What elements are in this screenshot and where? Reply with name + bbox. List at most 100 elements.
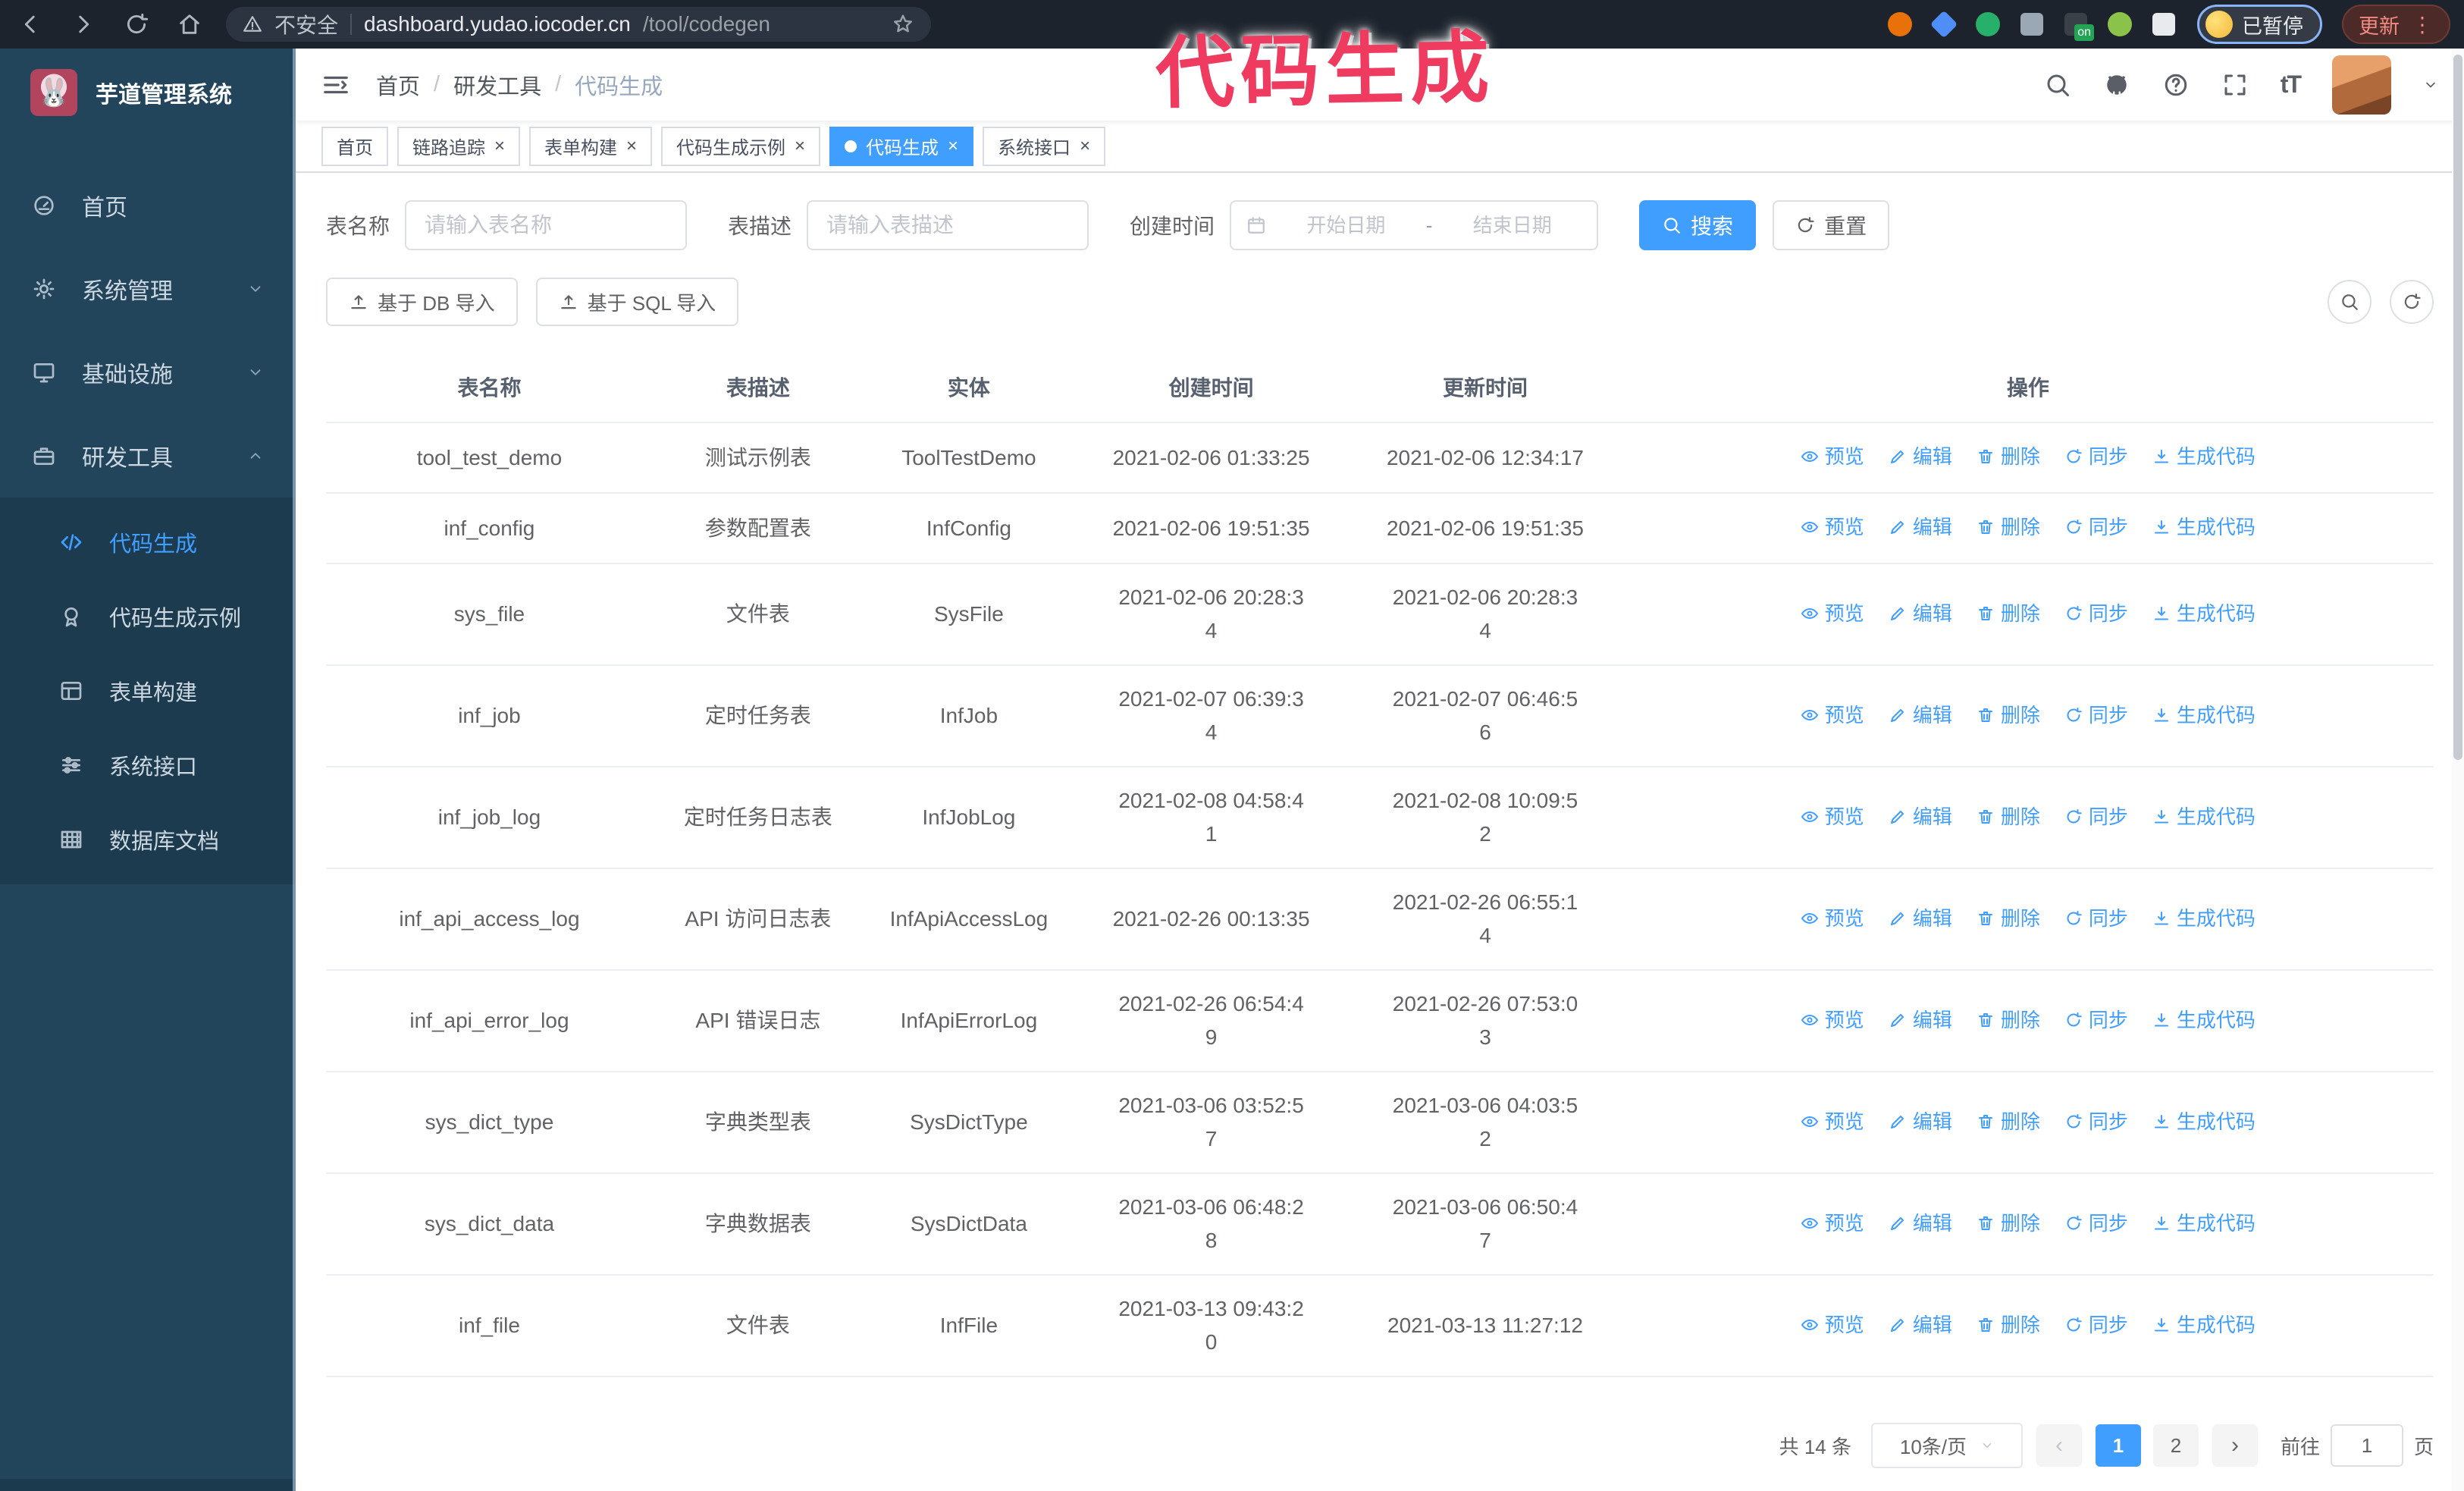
tab-4[interactable]: 代码生成 × — [829, 126, 974, 166]
action-edit[interactable]: 编辑 — [1889, 1003, 1952, 1037]
extension-icon[interactable] — [1974, 11, 2002, 38]
action-eye[interactable]: 预览 — [1801, 1003, 1864, 1037]
tab-1[interactable]: 链路追踪 × — [397, 126, 521, 166]
avatar-caret-icon[interactable] — [2423, 77, 2438, 93]
action-edit[interactable]: 编辑 — [1889, 1105, 1952, 1138]
breadcrumb-dev-tools[interactable]: 研发工具 — [453, 69, 541, 101]
extension-icon[interactable] — [2150, 11, 2177, 38]
help-icon[interactable] — [2162, 71, 2190, 99]
action-edit[interactable]: 编辑 — [1889, 698, 1952, 732]
table-name-input[interactable] — [405, 200, 688, 250]
action-download[interactable]: 生成代码 — [2152, 1207, 2256, 1240]
import-db-button[interactable]: 基于 DB 导入 — [326, 278, 518, 326]
action-sync[interactable]: 同步 — [2064, 698, 2128, 732]
goto-page-input[interactable] — [2330, 1424, 2403, 1467]
hamburger-icon[interactable] — [321, 71, 350, 99]
action-edit[interactable]: 编辑 — [1889, 1308, 1952, 1342]
action-delete[interactable]: 删除 — [1977, 800, 2040, 833]
action-sync[interactable]: 同步 — [2064, 510, 2128, 544]
action-download[interactable]: 生成代码 — [2152, 1105, 2256, 1138]
start-date-input[interactable] — [1277, 213, 1415, 237]
action-sync[interactable]: 同步 — [2064, 1308, 2128, 1342]
header-search-icon[interactable] — [2044, 71, 2071, 99]
action-delete[interactable]: 删除 — [1977, 698, 2040, 732]
user-avatar[interactable] — [2332, 55, 2391, 115]
sidebar-subitem-0[interactable]: 代码生成 — [0, 505, 296, 579]
breadcrumb-home[interactable]: 首页 — [376, 69, 420, 101]
table-desc-input[interactable] — [807, 200, 1089, 250]
tab-2[interactable]: 表单构建 × — [529, 126, 653, 166]
extension-icon[interactable] — [2106, 11, 2133, 38]
refresh-table-button[interactable] — [2390, 280, 2434, 324]
action-delete[interactable]: 删除 — [1977, 1105, 2040, 1138]
address-bar[interactable]: 不安全 dashboard.yudao.iocoder.cn/tool/code… — [226, 7, 931, 42]
import-sql-button[interactable]: 基于 SQL 导入 — [535, 278, 739, 326]
tab-3[interactable]: 代码生成示例 × — [661, 126, 821, 166]
action-sync[interactable]: 同步 — [2064, 597, 2128, 630]
action-download[interactable]: 生成代码 — [2152, 440, 2256, 473]
action-delete[interactable]: 删除 — [1977, 597, 2040, 630]
action-download[interactable]: 生成代码 — [2152, 597, 2256, 630]
action-sync[interactable]: 同步 — [2064, 1207, 2128, 1240]
action-delete[interactable]: 删除 — [1977, 510, 2040, 544]
sidebar-subitem-3[interactable]: 系统接口 — [0, 728, 296, 802]
action-sync[interactable]: 同步 — [2064, 440, 2128, 473]
browser-home-icon[interactable] — [173, 8, 206, 41]
prev-page-button[interactable]: ‹ — [2036, 1424, 2082, 1467]
action-download[interactable]: 生成代码 — [2152, 1003, 2256, 1037]
close-icon[interactable]: × — [948, 137, 958, 155]
extension-icon[interactable] — [2018, 11, 2045, 38]
tab-0[interactable]: 首页 — [321, 126, 388, 166]
action-eye[interactable]: 预览 — [1801, 1207, 1864, 1240]
action-delete[interactable]: 删除 — [1977, 1308, 2040, 1342]
bookmark-star-icon[interactable] — [892, 13, 914, 36]
action-edit[interactable]: 编辑 — [1889, 1207, 1952, 1240]
action-sync[interactable]: 同步 — [2064, 902, 2128, 935]
browser-reload-icon[interactable] — [120, 8, 153, 41]
sidebar-item-3[interactable]: 研发工具 — [0, 414, 296, 498]
action-download[interactable]: 生成代码 — [2152, 510, 2256, 544]
action-eye[interactable]: 预览 — [1801, 1308, 1864, 1342]
page-size-select[interactable]: 10条/页 — [1870, 1423, 2023, 1468]
sidebar-subitem-2[interactable]: 表单构建 — [0, 654, 296, 728]
action-edit[interactable]: 编辑 — [1889, 800, 1952, 833]
action-eye[interactable]: 预览 — [1801, 510, 1864, 544]
browser-forward-icon[interactable] — [67, 8, 100, 41]
close-icon[interactable]: × — [795, 137, 805, 155]
action-eye[interactable]: 预览 — [1801, 1105, 1864, 1138]
action-edit[interactable]: 编辑 — [1889, 597, 1952, 630]
action-delete[interactable]: 删除 — [1977, 1003, 2040, 1037]
browser-menu-icon[interactable]: ⋮ — [2412, 12, 2434, 37]
close-icon[interactable]: × — [494, 137, 505, 155]
close-icon[interactable]: × — [1080, 137, 1090, 155]
action-eye[interactable]: 预览 — [1801, 440, 1864, 473]
next-page-button[interactable]: › — [2212, 1424, 2258, 1467]
action-sync[interactable]: 同步 — [2064, 1003, 2128, 1037]
action-delete[interactable]: 删除 — [1977, 440, 2040, 473]
close-icon[interactable]: × — [626, 137, 637, 155]
action-eye[interactable]: 预览 — [1801, 597, 1864, 630]
sidebar-item-1[interactable]: 系统管理 — [0, 247, 296, 331]
action-edit[interactable]: 编辑 — [1889, 440, 1952, 473]
sidebar-subitem-4[interactable]: 数据库文档 — [0, 802, 296, 877]
action-edit[interactable]: 编辑 — [1889, 510, 1952, 544]
action-download[interactable]: 生成代码 — [2152, 800, 2256, 833]
github-icon[interactable] — [2103, 71, 2130, 99]
sidebar-collapse-bar[interactable] — [0, 1479, 296, 1491]
sidebar-subitem-1[interactable]: 代码生成示例 — [0, 579, 296, 654]
action-edit[interactable]: 编辑 — [1889, 902, 1952, 935]
sidebar-item-2[interactable]: 基础设施 — [0, 331, 296, 414]
action-sync[interactable]: 同步 — [2064, 800, 2128, 833]
action-delete[interactable]: 删除 — [1977, 902, 2040, 935]
end-date-input[interactable] — [1443, 213, 1582, 237]
page-button-1[interactable]: 1 — [2095, 1424, 2141, 1467]
extension-icon[interactable] — [1886, 11, 1914, 38]
action-download[interactable]: 生成代码 — [2152, 1308, 2256, 1342]
action-eye[interactable]: 预览 — [1801, 698, 1864, 732]
scrollbar-thumb[interactable] — [2453, 55, 2462, 760]
page-button-2[interactable]: 2 — [2152, 1424, 2199, 1467]
browser-profile-chip[interactable]: 已暂停 — [2197, 5, 2322, 44]
font-size-icon[interactable]: tT — [2281, 71, 2302, 99]
action-download[interactable]: 生成代码 — [2152, 698, 2256, 732]
action-delete[interactable]: 删除 — [1977, 1207, 2040, 1240]
